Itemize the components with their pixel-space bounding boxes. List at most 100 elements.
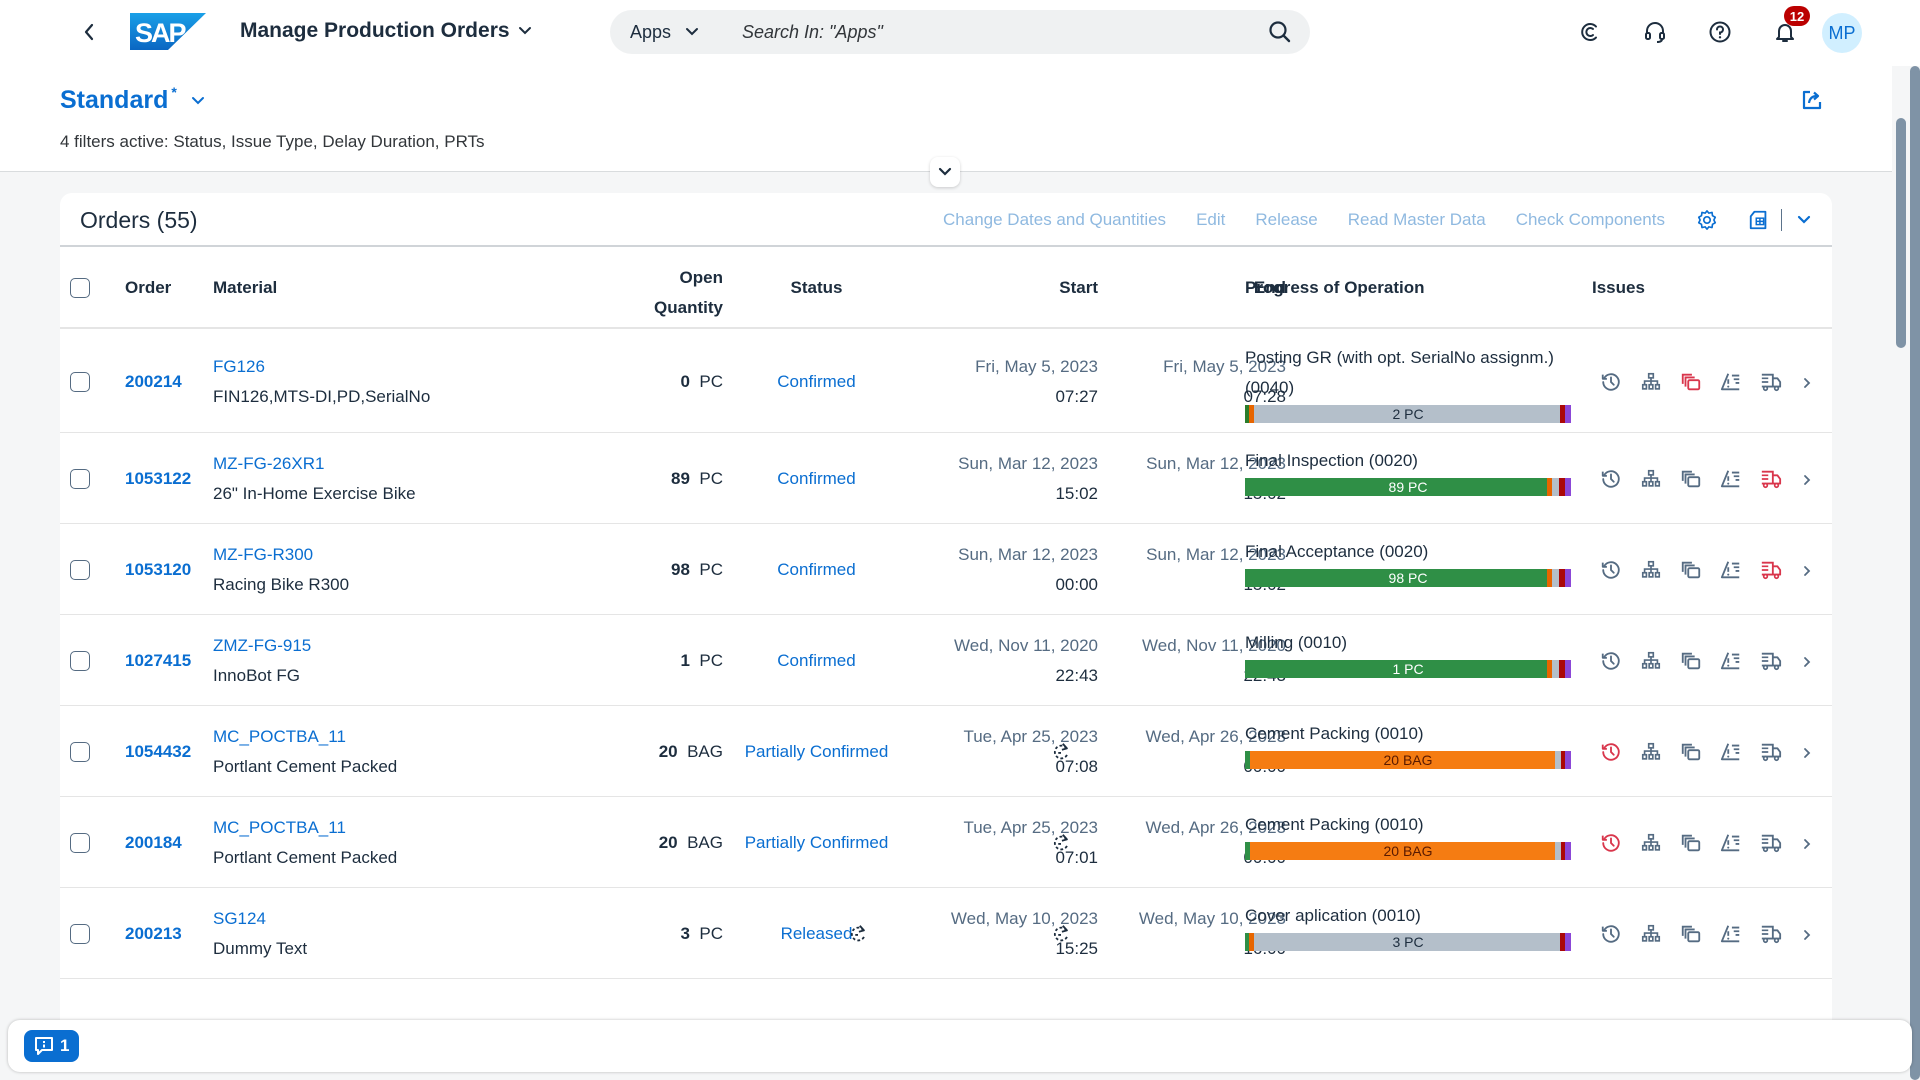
shipping-truck-icon[interactable] xyxy=(1758,921,1784,947)
progress-bar[interactable]: 89 PC xyxy=(1245,477,1571,496)
check-components-button[interactable]: Check Components xyxy=(1516,210,1665,230)
status-link[interactable]: Partially Confirmed xyxy=(730,742,903,762)
delay-history-icon[interactable] xyxy=(1598,830,1624,856)
material-link[interactable]: MC_POCTBA_11 xyxy=(213,813,397,843)
variant-management[interactable]: Standard * xyxy=(60,84,205,115)
search-input[interactable] xyxy=(742,21,1262,43)
order-link[interactable]: 200213 xyxy=(125,924,182,944)
progress-bar[interactable]: 2 PC xyxy=(1245,405,1571,423)
shipping-truck-icon[interactable] xyxy=(1758,466,1784,492)
column-header-material[interactable]: Material xyxy=(213,278,277,298)
components-icon[interactable] xyxy=(1678,830,1704,856)
table-row[interactable]: 1053120 MZ-FG-R300 Racing Bike R300 98 PC Co… xyxy=(60,524,1832,615)
quality-warning-icon[interactable] xyxy=(1718,921,1744,947)
select-all-checkbox[interactable] xyxy=(70,278,90,298)
table-row[interactable]: 200213 SG124 Dummy Text 3 PC Released Wed, Ma… xyxy=(60,888,1832,979)
progress-bar[interactable]: 20 BAG xyxy=(1245,841,1571,860)
material-link[interactable]: MC_POCTBA_11 xyxy=(213,722,397,752)
joule-button[interactable] xyxy=(1577,19,1603,45)
progress-bar[interactable]: 98 PC xyxy=(1245,568,1571,587)
order-link[interactable]: 1054432 xyxy=(125,742,191,762)
components-icon[interactable] xyxy=(1678,369,1704,395)
avatar[interactable]: MP xyxy=(1822,13,1862,53)
components-icon[interactable] xyxy=(1678,739,1704,765)
search-scope-select[interactable]: Apps xyxy=(630,22,722,43)
progress-bar[interactable]: 20 BAG xyxy=(1245,750,1571,769)
table-row[interactable]: 1053122 MZ-FG-26XR1 26" In-Home Exercise B… xyxy=(60,433,1832,524)
row-select-checkbox[interactable] xyxy=(70,741,90,762)
column-header-start[interactable]: Start xyxy=(930,278,1098,298)
hierarchy-icon[interactable] xyxy=(1638,557,1664,583)
status-link[interactable]: Confirmed xyxy=(730,560,903,580)
row-select-checkbox[interactable] xyxy=(70,468,90,489)
edit-button[interactable]: Edit xyxy=(1196,210,1225,230)
hierarchy-icon[interactable] xyxy=(1638,921,1664,947)
table-row[interactable]: 1054432 MC_POCTBA_11 Portlant Cement Packe… xyxy=(60,706,1832,797)
hierarchy-icon[interactable] xyxy=(1638,648,1664,674)
components-icon[interactable] xyxy=(1678,648,1704,674)
quality-warning-icon[interactable] xyxy=(1718,369,1744,395)
material-link[interactable]: FG126 xyxy=(213,352,430,382)
back-button[interactable] xyxy=(78,18,100,46)
order-link[interactable]: 1053122 xyxy=(125,469,191,489)
search-button[interactable] xyxy=(1268,20,1292,44)
status-link[interactable]: Confirmed xyxy=(730,651,903,671)
hierarchy-icon[interactable] xyxy=(1638,466,1664,492)
quality-warning-icon[interactable] xyxy=(1718,830,1744,856)
export-menu-button[interactable] xyxy=(1792,208,1816,232)
rescheduled-icon[interactable] xyxy=(1050,923,1072,945)
quality-warning-icon[interactable] xyxy=(1718,557,1744,583)
read-master-data-button[interactable]: Read Master Data xyxy=(1348,210,1486,230)
table-row[interactable]: 200214 FG126 FIN126,MTS-DI,PD,SerialNo 0 PC… xyxy=(60,331,1832,433)
material-link[interactable]: SG124 xyxy=(213,904,307,934)
rescheduled-icon[interactable] xyxy=(1050,741,1072,763)
hierarchy-icon[interactable] xyxy=(1638,739,1664,765)
shipping-truck-icon[interactable] xyxy=(1758,830,1784,856)
quality-warning-icon[interactable] xyxy=(1718,739,1744,765)
page-scrollbar-thumb[interactable] xyxy=(1896,118,1906,348)
shipping-truck-icon[interactable] xyxy=(1758,648,1784,674)
row-navigation-chevron[interactable] xyxy=(1800,836,1814,850)
table-row[interactable]: 1027415 ZMZ-FG-915 InnoBot FG 1 PC Confirmed… xyxy=(60,615,1832,706)
column-header-open-quantity[interactable]: Open Quantity xyxy=(580,263,723,323)
column-header-issues[interactable]: Issues xyxy=(1592,278,1645,298)
delay-history-icon[interactable] xyxy=(1598,648,1624,674)
row-navigation-chevron[interactable] xyxy=(1800,927,1814,941)
material-link[interactable]: ZMZ-FG-915 xyxy=(213,631,311,661)
status-link[interactable]: Released xyxy=(730,924,903,944)
order-link[interactable]: 1027415 xyxy=(125,651,191,671)
order-link[interactable]: 200184 xyxy=(125,833,182,853)
rescheduled-icon[interactable] xyxy=(847,923,869,945)
column-header-progress[interactable]: Progress of Operation xyxy=(1245,278,1424,298)
order-link[interactable]: 1053120 xyxy=(125,560,191,580)
outer-scrollbar[interactable] xyxy=(1910,66,1920,1080)
quality-warning-icon[interactable] xyxy=(1718,466,1744,492)
release-button[interactable]: Release xyxy=(1255,210,1317,230)
app-title-menu[interactable]: Manage Production Orders xyxy=(240,19,532,43)
order-link[interactable]: 200214 xyxy=(125,372,182,392)
message-popover-button[interactable]: 1 xyxy=(24,1030,80,1062)
row-navigation-chevron[interactable] xyxy=(1800,375,1814,389)
material-link[interactable]: MZ-FG-R300 xyxy=(213,540,349,570)
row-navigation-chevron[interactable] xyxy=(1800,472,1814,486)
delay-history-icon[interactable] xyxy=(1598,466,1624,492)
help-button[interactable] xyxy=(1707,19,1733,45)
delay-history-icon[interactable] xyxy=(1598,739,1624,765)
shipping-truck-icon[interactable] xyxy=(1758,739,1784,765)
export-button[interactable] xyxy=(1747,208,1771,232)
row-navigation-chevron[interactable] xyxy=(1800,745,1814,759)
collapse-header-button[interactable] xyxy=(930,157,960,187)
hierarchy-icon[interactable] xyxy=(1638,830,1664,856)
rescheduled-icon[interactable] xyxy=(1050,832,1072,854)
progress-bar[interactable]: 1 PC xyxy=(1245,659,1571,678)
table-row[interactable]: 200184 MC_POCTBA_11 Portlant Cement Packed… xyxy=(60,797,1832,888)
shipping-truck-icon[interactable] xyxy=(1758,369,1784,395)
share-button[interactable] xyxy=(1800,88,1824,112)
status-link[interactable]: Partially Confirmed xyxy=(730,833,903,853)
progress-bar[interactable]: 3 PC xyxy=(1245,932,1571,951)
components-icon[interactable] xyxy=(1678,466,1704,492)
row-select-checkbox[interactable] xyxy=(70,923,90,944)
support-button[interactable] xyxy=(1642,19,1668,45)
delay-history-icon[interactable] xyxy=(1598,557,1624,583)
row-navigation-chevron[interactable] xyxy=(1800,654,1814,668)
